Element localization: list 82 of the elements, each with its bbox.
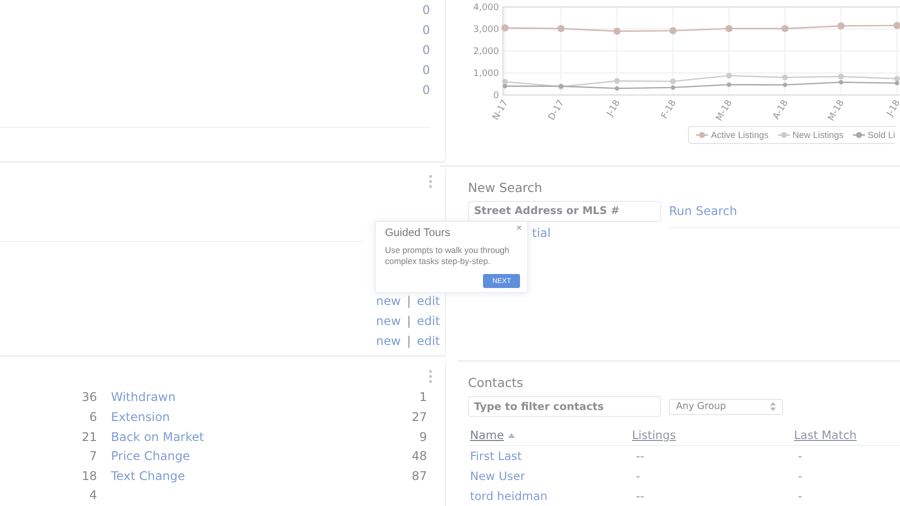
axis-label: 2,000 [473,47,499,57]
new-link[interactable]: new [376,331,401,352]
column-header[interactable]: Name [470,425,504,445]
point [726,82,732,87]
point [670,78,676,84]
point [726,72,732,79]
column-header[interactable]: Last Match [794,425,857,445]
filter-field[interactable]: Type to filter contacts [468,396,661,417]
point [894,76,900,82]
point [613,28,621,35]
point [838,74,844,80]
separator: | [406,313,411,330]
activity-link[interactable]: Withdrawn [111,388,420,408]
count-value: 4 [88,487,97,504]
count-value: 7 [88,448,97,466]
point [838,80,844,84]
activity-link[interactable]: Price Change [111,447,412,467]
point [669,27,677,34]
count-value: 87 [412,468,427,485]
point [893,22,900,30]
table-cell-text: - [797,448,802,465]
run-search-link[interactable]: Run Search [669,204,738,218]
point [781,24,789,32]
axis-label: 0 [493,91,499,101]
contact-name-link[interactable]: First Last [470,446,522,466]
point [782,74,788,80]
point [502,84,508,88]
axis-label: 4,000 [473,3,499,13]
count-value: 1 [419,389,427,406]
section-title: Contacts [468,375,524,390]
count-value: 0 [422,82,430,99]
legend-label: Sold Li [868,130,896,140]
edit-link[interactable]: edit [416,331,440,352]
count-value: 6 [88,409,97,426]
activity-link[interactable]: Text Change [111,466,412,486]
table-cell-text: -- [635,448,644,465]
activity-link[interactable]: Back on Market [111,428,420,448]
group-select[interactable]: Any Group [669,398,783,414]
new-link[interactable]: new [376,291,401,312]
legend-label: Active Listings [711,130,769,140]
table-cell-text: -- [635,488,644,505]
close-icon[interactable]: × [516,223,522,234]
edit-link[interactable]: edit [416,311,440,332]
table-cell-text: - [635,468,640,485]
link[interactable]: tial [532,226,551,240]
separator: | [406,333,411,350]
count-value: 9 [419,428,427,446]
new-link[interactable]: new [376,311,401,332]
point [894,80,900,86]
edit-link[interactable]: edit [416,291,440,312]
section-title: New Search [468,180,544,195]
axis-label: 1,000 [473,69,499,79]
search-field[interactable]: Street Address or MLS # [468,200,661,222]
separator: | [406,293,411,310]
count-value: 21 [80,428,97,446]
axis-label: 3,000 [473,25,499,35]
point [557,24,565,32]
point [725,24,733,32]
count-value: 48 [412,448,427,466]
count-value: 0 [422,42,430,59]
contact-name-link[interactable]: tord heidman [470,486,548,506]
legend-label: New Listings [792,130,844,140]
point [502,78,508,85]
column-header[interactable]: Listings [632,425,676,445]
point [670,85,676,90]
point [837,22,845,30]
popover-title: Guided Tours [385,227,452,239]
table-cell-text: - [797,468,802,485]
point [782,82,788,88]
popover-text: Use prompts to walk you through complex tasks step-by-step. [385,245,510,267]
count-value: 0 [422,62,430,79]
point [614,86,620,91]
count-value: 0 [422,22,430,39]
count-value: 27 [412,409,427,426]
point [614,78,620,84]
activity-link[interactable]: Extension [111,408,412,428]
table-cell-text: - [797,488,802,505]
count-value: 36 [80,389,97,406]
count-value: 18 [80,468,97,485]
contact-name-link[interactable]: New User [470,466,525,486]
point [501,24,509,32]
count-value: 0 [422,2,430,19]
